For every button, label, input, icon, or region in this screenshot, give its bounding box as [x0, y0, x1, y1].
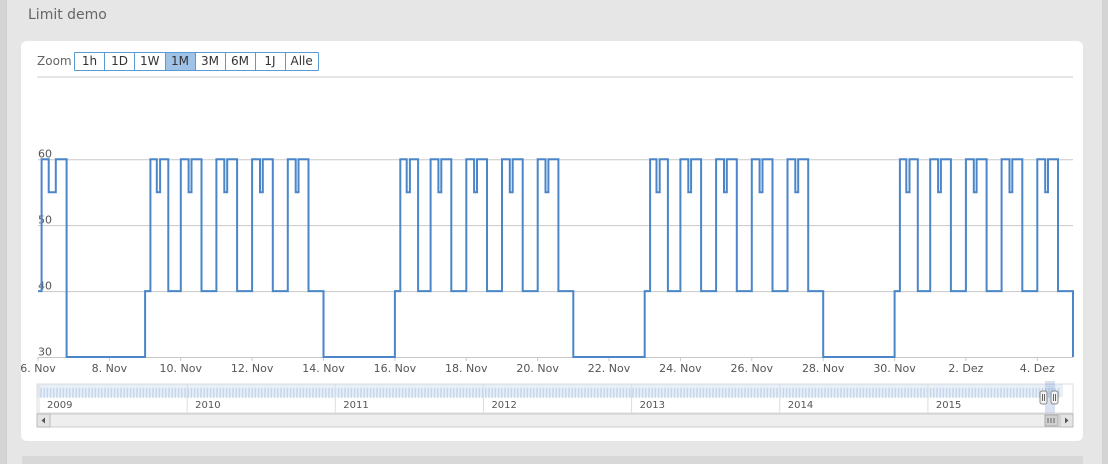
navigator-year-label: 2014 [788, 400, 813, 411]
navigator-band [37, 384, 1063, 397]
x-tick-label: 4. Dez [1020, 362, 1055, 375]
navigator-year-label: 2013 [640, 400, 665, 411]
x-tick-label: 24. Nov [659, 362, 702, 375]
x-tick-label: 18. Nov [445, 362, 488, 375]
footer-strip [22, 456, 1083, 464]
navigator-handle-0[interactable] [1039, 390, 1048, 405]
navigator-year-label: 2011 [343, 400, 368, 411]
x-tick-label: 14. Nov [302, 362, 345, 375]
x-tick-label: 30. Nov [873, 362, 916, 375]
x-tick-label: 10. Nov [160, 362, 203, 375]
x-tick-label: 16. Nov [374, 362, 417, 375]
navigator-year-label: 2015 [936, 400, 961, 411]
y-tick-label: 50 [38, 214, 52, 227]
series-line-0 [38, 158, 1074, 358]
navigator-handle-1[interactable] [1050, 390, 1059, 405]
navigator-year-label: 2012 [491, 400, 516, 411]
x-tick-label: 22. Nov [588, 362, 631, 375]
x-tick-label: 20. Nov [516, 362, 559, 375]
x-tick-label: 12. Nov [231, 362, 274, 375]
navigator-year-label: 2009 [47, 400, 72, 411]
x-tick-label: 2. Dez [948, 362, 983, 375]
y-tick-label: 30 [38, 346, 52, 359]
chart-card: Zoom 1h 1D 1W 1M 3M 6M 1J Alle 30 40 50 60 6. Nov 8.… [21, 41, 1083, 441]
x-tick-label: 26. Nov [731, 362, 774, 375]
x-tick-label: 28. Nov [802, 362, 845, 375]
x-tick-label: 6. Nov [21, 362, 56, 375]
scrollbar-track[interactable] [36, 413, 1074, 428]
panel-title: Limit demo [28, 7, 107, 23]
navigator-year-label: 2010 [195, 400, 220, 411]
x-tick-label: 8. Nov [92, 362, 128, 375]
chart-svg: 304050606. Nov 8. Nov 10. Nov 12. Nov 14. No… [21, 76, 1074, 428]
